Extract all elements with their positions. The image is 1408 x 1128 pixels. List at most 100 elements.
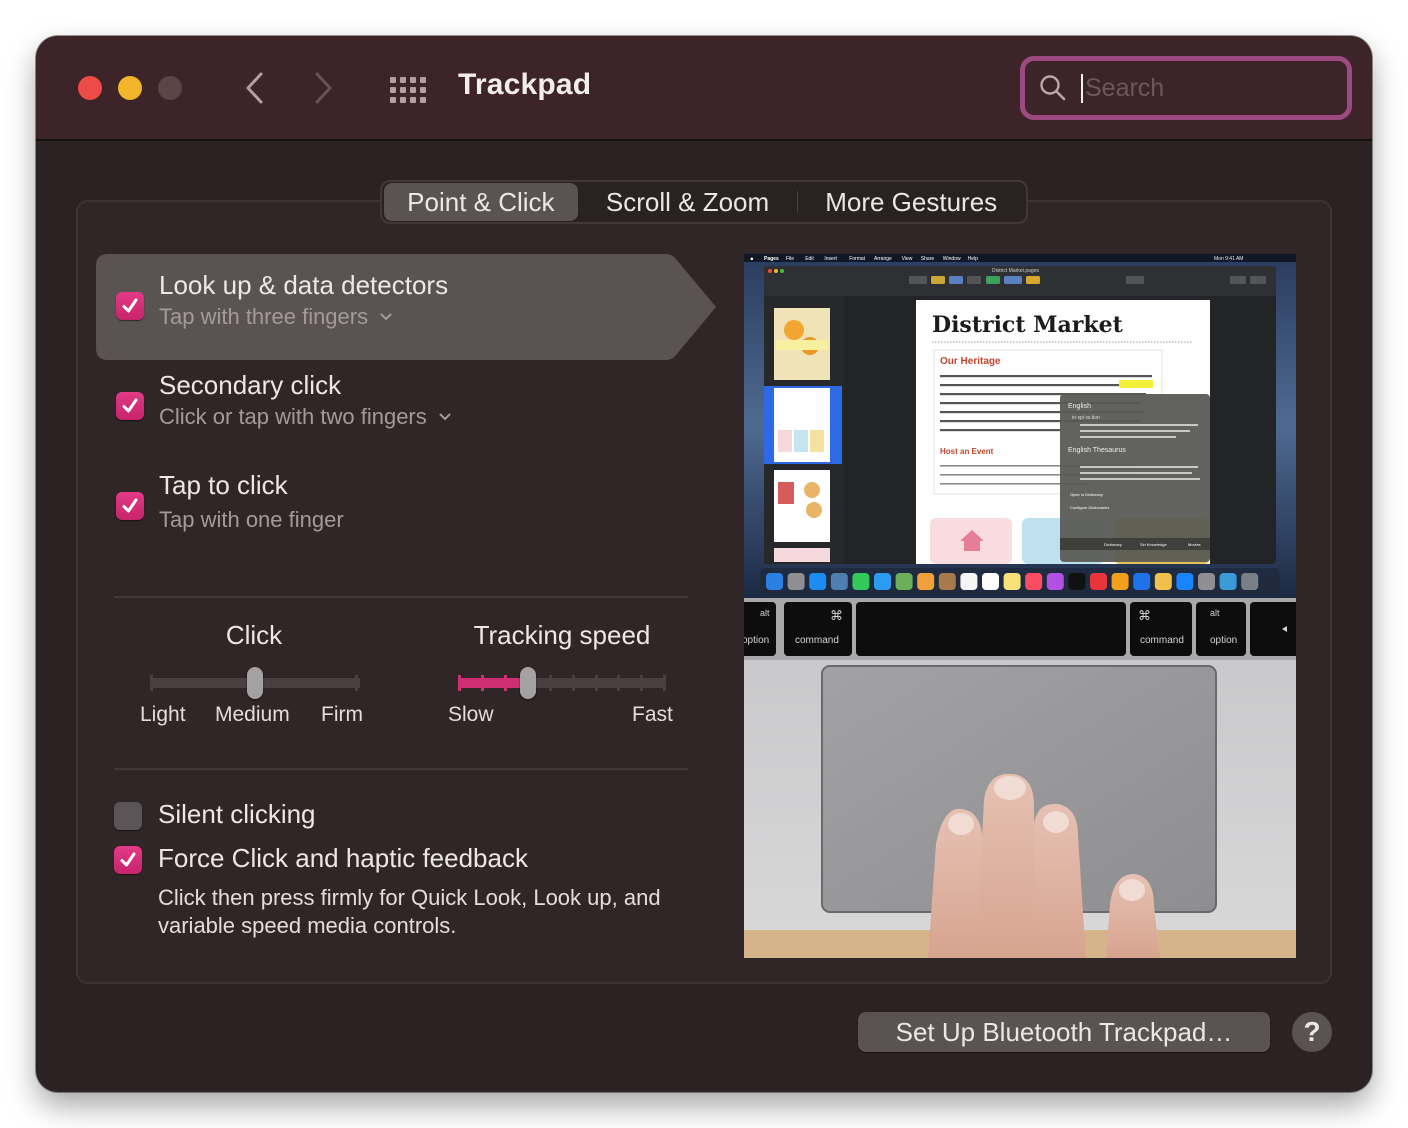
gesture-row-look-up[interactable]: Look up & data detectors Tap with three … [96,254,718,360]
menu-bar-item: Help [968,256,979,262]
svg-text:Siri Knowledge: Siri Knowledge [1140,542,1167,547]
menu-bar-item: File [786,256,794,262]
tap-to-click-description: Tap with one finger [159,507,344,533]
secondary-click-checkbox[interactable] [116,392,144,420]
click-label-firm: Firm [321,703,363,726]
click-label-light: Light [140,703,186,726]
chevron-right-icon [315,72,332,104]
zoom-button[interactable] [158,76,182,100]
dock-app-icon [1198,573,1215,590]
tap-to-click-checkbox[interactable] [116,492,144,520]
dock-app-icon [938,573,956,590]
chevron-left-icon [246,72,263,104]
grid-dot [420,87,426,93]
secondary-click-gesture-menu[interactable]: Click or tap with two fingers [159,404,451,430]
look-up-gesture-value: Tap with three fingers [159,304,369,329]
dock-app-icon [1046,573,1064,590]
grid-dot [420,97,426,103]
svg-text:⌘: ⌘ [830,609,843,624]
apple-icon: ● [750,257,754,263]
tracking-slider-tick [617,675,621,691]
tracking-label-slow: Slow [448,703,494,726]
preferences-window: Trackpad Point & Click Scroll & Zoom Mor… [36,36,1372,1092]
tracking-slider-fill [458,678,527,688]
help-icon: ? [1303,1016,1321,1047]
tap-to-click-gesture-value: Tap with one finger [159,507,344,532]
dock-app-icon [1003,573,1021,590]
tracking-slider-tick [549,675,553,691]
back-button[interactable] [234,68,274,108]
grid-dot [390,87,396,93]
dock-app-icon [1219,573,1237,590]
section-our-heritage: Our Heritage [940,356,1001,367]
click-slider-title: Click [225,620,283,650]
menu-bar-item: View [902,256,913,262]
checkmark-icon [122,498,138,513]
gesture-row-tap-to-click[interactable]: Tap to click Tap with one finger [96,454,718,560]
menu-bar-item: Edit [805,256,814,262]
help-button[interactable]: ? [1292,1012,1332,1052]
checkmark-icon [120,852,136,867]
tracking-slider-tick [503,675,507,691]
tracking-slider-tick [594,675,598,691]
look-up-gesture-menu[interactable]: Tap with three fingers [159,304,392,330]
dock-app-icon [1176,573,1194,590]
window-title: Trackpad [458,68,592,101]
tracking-slider-tick [480,675,484,691]
grid-dot [390,97,396,103]
click-slider-thumb[interactable] [247,667,263,699]
force-click-checkbox[interactable] [114,846,142,874]
svg-text:⌘: ⌘ [1138,609,1151,624]
svg-text:command: command [795,635,839,646]
svg-text:Movies: Movies [1188,542,1201,547]
dock-app-icon [917,573,935,590]
svg-text:in·spi·ra·tion: in·spi·ra·tion [1072,415,1100,421]
menu-bar-item: Window [943,256,961,262]
tracking-speed-title: Tracking speed [473,620,651,650]
minimize-button[interactable] [118,76,142,100]
tab-more-gestures[interactable]: More Gestures [798,183,1024,221]
menu-bar-item: Format [849,256,865,262]
tracking-slider-tick [458,675,461,691]
grid-dot [400,97,406,103]
look-up-checkbox[interactable] [116,292,144,320]
svg-text:English Thesaurus: English Thesaurus [1068,447,1126,454]
svg-text:option: option [744,635,769,646]
tracking-slider-thumb[interactable] [519,667,536,699]
dock-app-icon [852,573,870,590]
silent-clicking-checkbox[interactable] [114,802,142,830]
divider [114,596,688,598]
dock-app-icon [874,573,891,590]
tab-point-and-click[interactable]: Point & Click [384,183,578,221]
tracking-speed-slider[interactable] [458,666,666,700]
dock-app-icon [895,573,913,590]
gesture-row-secondary-click[interactable]: Secondary click Click or tap with two fi… [96,354,718,460]
force-click-label: Force Click and haptic feedback [158,843,528,873]
close-button[interactable] [78,76,102,100]
look-up-label: Look up & data detectors [159,270,449,300]
click-slider[interactable] [150,666,360,700]
document-title: District Market [932,312,1124,338]
svg-text:command: command [1140,635,1184,646]
gesture-preview-video: ● Pages File Edit Insert Format Arrange View Sh… [744,254,1296,958]
tab-bar: Point & Click Scroll & Zoom More Gesture… [380,180,1028,224]
tab-scroll-and-zoom[interactable]: Scroll & Zoom [578,183,798,221]
menu-clock: Mon 9:41 AM [1214,256,1243,262]
show-all-button[interactable] [388,70,428,110]
chevron-down-icon [439,413,451,421]
menu-bar-item: Share [921,256,935,262]
set-up-bluetooth-trackpad-button[interactable]: Set Up Bluetooth Trackpad… [858,1012,1270,1052]
text-line [940,375,1152,378]
forward-button[interactable] [304,68,344,108]
grid-dot [410,87,416,93]
text-line [940,429,1060,432]
dock-app-icon [1068,573,1086,590]
click-label-medium: Medium [215,703,290,726]
search-input[interactable] [1081,73,1331,103]
menu-bar-item: Pages [764,256,779,262]
dock-app-icon [766,573,783,590]
tracking-slider-tick [571,675,575,691]
divider [114,768,688,770]
search-field[interactable] [1020,56,1352,120]
silent-clicking-label: Silent clicking [158,799,316,829]
